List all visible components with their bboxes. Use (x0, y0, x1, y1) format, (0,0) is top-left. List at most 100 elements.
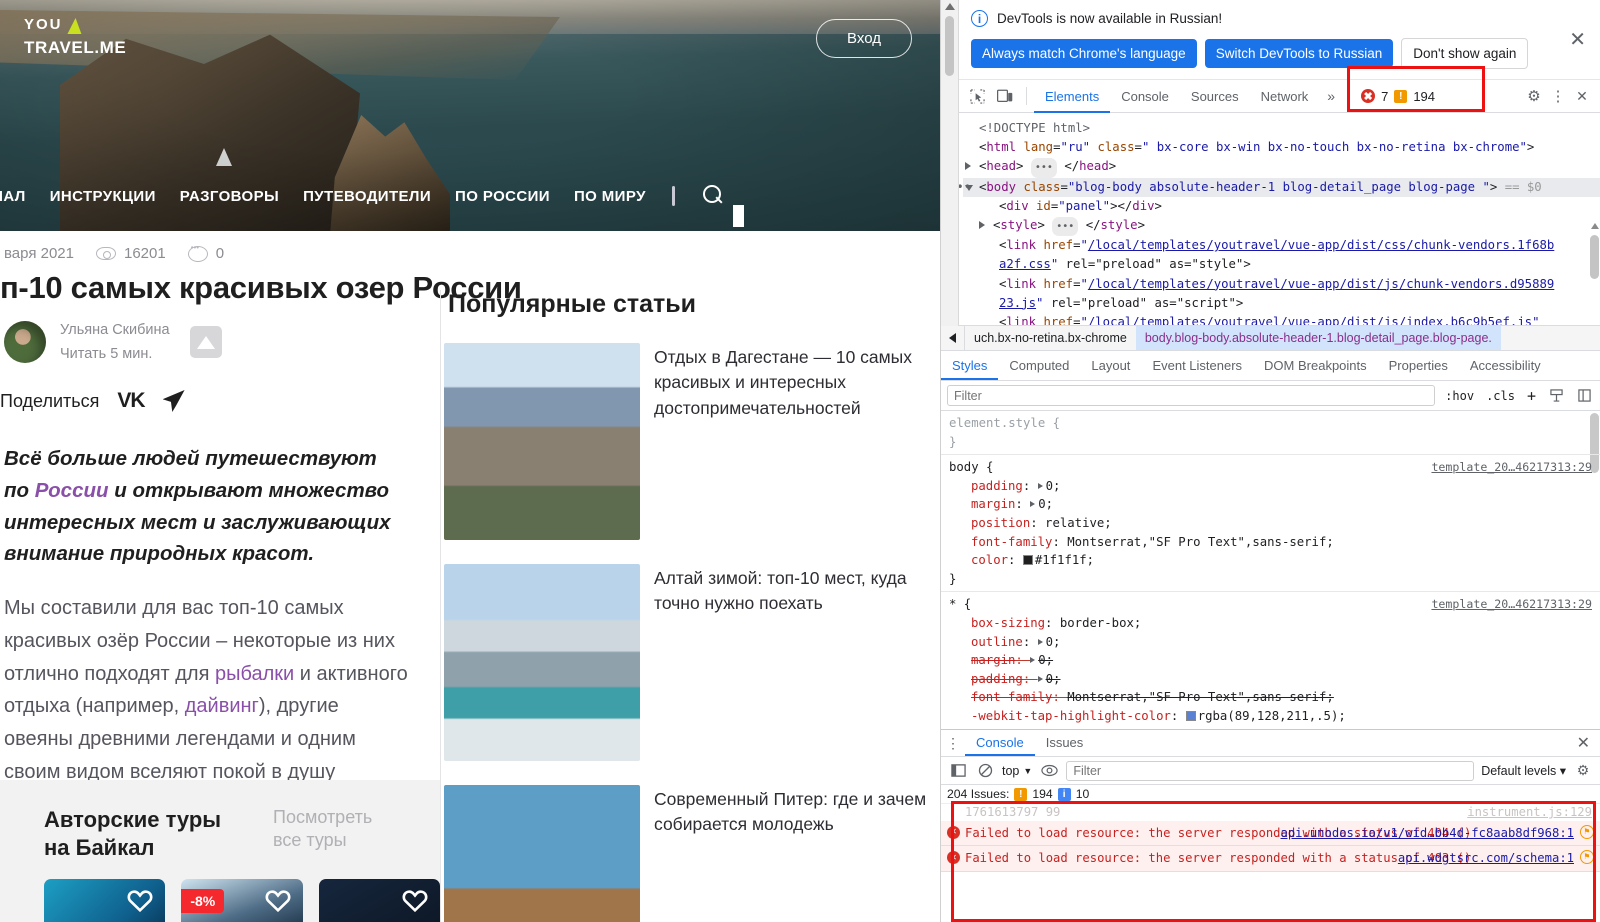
network-issue-icon[interactable]: ⚑ (1580, 825, 1594, 839)
body-link-fishing[interactable]: рыбалки (215, 663, 294, 685)
nav-item-razgovory[interactable]: РАЗГОВОРЫ (180, 188, 279, 205)
see-all-tours-link[interactable]: Посмотреть все туры (273, 806, 393, 853)
expand-shorthand-icon[interactable] (1030, 657, 1036, 664)
lead-link-russia[interactable]: России (35, 479, 109, 502)
expand-shorthand-icon[interactable] (1037, 675, 1043, 682)
console-levels-dropdown[interactable]: Default levels ▾ (1481, 763, 1566, 778)
tab-console[interactable]: Console (1110, 80, 1180, 113)
site-logo[interactable]: YOU TRAVEL.ME (24, 16, 126, 56)
popular-article-title[interactable]: Современный Питер: где и зачем собираетс… (654, 785, 940, 922)
breadcrumb-item-html[interactable]: uch.bx-no-retina.bx-chrome (965, 326, 1136, 350)
declaration[interactable]: box-sizing: border-box; (949, 614, 1600, 633)
console-settings-gear-icon[interactable]: ⚙ (1573, 761, 1593, 781)
nav-item-instrukcii[interactable]: ИНСТРУКЦИИ (50, 188, 156, 205)
vk-icon[interactable]: VK (117, 389, 145, 413)
console-output[interactable]: 204 Issues: ! 194 i 10 1761613797 99 ins… (941, 785, 1600, 922)
error-source-link[interactable]: api.wdgtsrc.com/schema:1 (1398, 850, 1574, 866)
dom-tree[interactable]: <!DOCTYPE html> <html lang="ru" class=" … (941, 113, 1600, 325)
tab-event-listeners[interactable]: Event Listeners (1141, 351, 1253, 380)
scroll-up-arrow-icon[interactable] (1590, 223, 1599, 229)
expand-shorthand-icon[interactable] (1037, 482, 1043, 489)
popular-article-title[interactable]: Отдых в Дагестане — 10 самых красивых и … (654, 343, 940, 540)
expand-shorthand-icon[interactable] (1030, 501, 1036, 508)
heart-icon[interactable] (127, 888, 153, 913)
color-swatch[interactable] (1185, 710, 1196, 721)
close-icon[interactable]: ✕ (1569, 30, 1586, 50)
toggle-sidebar-icon[interactable] (1574, 386, 1594, 406)
style-rule-element-style[interactable]: element.style { } (941, 411, 1600, 456)
nav-item-po-rossii[interactable]: ПО РОССИИ (455, 188, 550, 205)
tour-card[interactable] (318, 879, 440, 922)
declaration[interactable]: outline: 0; (949, 633, 1600, 652)
dom-line-doctype[interactable]: <!DOCTYPE html> (963, 119, 1600, 138)
close-devtools-icon[interactable]: ✕ (1572, 86, 1592, 106)
nav-item-putevoditeli[interactable]: ПУТЕВОДИТЕЛИ (303, 188, 431, 205)
tour-card[interactable] (44, 879, 166, 922)
tab-network[interactable]: Network (1250, 80, 1320, 113)
expand-triangle-icon[interactable] (979, 221, 985, 230)
declaration[interactable]: color: #1f1f1f; (949, 551, 1600, 570)
dom-line-link-js2[interactable]: <link href="/local/templates/youtravel/v… (963, 313, 1600, 325)
breadcrumb-back-icon[interactable] (941, 326, 965, 350)
expand-triangle-icon[interactable] (965, 162, 971, 171)
styles-pane[interactable]: element.style { } body { template_20…462… (941, 411, 1600, 729)
dont-show-again-button[interactable]: Don't show again (1401, 38, 1529, 69)
drawer-kebab-icon[interactable]: ⋮ (941, 735, 965, 752)
tour-card[interactable]: -8% (181, 879, 303, 922)
page-scrollbar[interactable] (941, 0, 959, 326)
popular-article-title[interactable]: Алтай зимой: топ-10 мест, куда точно нуж… (654, 564, 940, 761)
search-icon[interactable] (701, 184, 725, 208)
dom-line-body[interactable]: ••• <body class="blog-body absolute-head… (949, 177, 1600, 197)
console-error-message[interactable]: ✕ Failed to load resource: the server re… (941, 821, 1600, 847)
issues-summary-bar[interactable]: 204 Issues: ! 194 i 10 (941, 785, 1600, 804)
inspect-element-icon[interactable] (963, 83, 991, 109)
device-toolbar-icon[interactable] (991, 83, 1019, 109)
nav-item-zhurnal[interactable]: УРНАЛ (0, 188, 26, 205)
gear-icon[interactable]: ⚙ (1524, 86, 1544, 106)
tab-elements[interactable]: Elements (1034, 80, 1110, 113)
expand-shorthand-icon[interactable] (1037, 638, 1043, 645)
always-match-language-button[interactable]: Always match Chrome's language (971, 39, 1197, 68)
live-expression-eye-icon[interactable] (1039, 761, 1059, 781)
drawer-tab-console[interactable]: Console (965, 730, 1035, 756)
dom-scrollbar[interactable] (1589, 223, 1600, 325)
declaration[interactable]: font-family: Montserrat,"SF Pro Text",sa… (949, 533, 1600, 552)
list-item[interactable]: Отдых в Дагестане — 10 самых красивых и … (444, 343, 940, 540)
heart-icon[interactable] (265, 888, 291, 913)
tab-styles[interactable]: Styles (941, 351, 998, 380)
tab-dom-breakpoints[interactable]: DOM Breakpoints (1253, 351, 1378, 380)
drawer-close-icon[interactable]: ✕ (1577, 733, 1600, 753)
body-link-diving[interactable]: дайвинг (185, 695, 259, 717)
style-rule-body[interactable]: body { template_20…46217313:29 padding: … (941, 455, 1600, 593)
dom-line-head[interactable]: <head> ••• </head> (963, 157, 1600, 178)
collapsed-ellipsis-icon[interactable]: ••• (1030, 158, 1057, 178)
style-source-link[interactable]: template_20…46217313:29 (1431, 595, 1592, 614)
declaration-disabled[interactable]: font-family: Montserrat,"SF Pro Text",sa… (949, 688, 1600, 707)
scrollbar-thumb[interactable] (945, 16, 954, 76)
declaration[interactable]: -webkit-tap-highlight-color: rgba(89,128… (949, 707, 1600, 726)
declaration[interactable]: padding: 0; (949, 477, 1600, 496)
tab-sources[interactable]: Sources (1180, 80, 1250, 113)
declaration-disabled[interactable]: padding: 0; (949, 670, 1600, 689)
telegram-icon[interactable] (162, 390, 185, 412)
nav-item-po-miru[interactable]: ПО МИРУ (574, 188, 646, 205)
heart-icon[interactable] (402, 888, 428, 913)
console-error-message[interactable]: ✕ Failed to load resource: the server re… (941, 846, 1600, 872)
dom-line-panel[interactable]: <div id="panel"></div> (963, 197, 1600, 216)
scroll-up-button[interactable] (189, 326, 222, 359)
style-rule-universal[interactable]: * { template_20…46217313:29 box-sizing: … (941, 592, 1600, 729)
network-issue-icon[interactable]: ⚑ (1580, 850, 1594, 865)
kebab-menu-icon[interactable]: ⋮ (1548, 86, 1568, 106)
clear-console-icon[interactable] (975, 761, 995, 781)
dom-line-html[interactable]: <html lang="ru" class=" bx-core bx-win b… (963, 138, 1600, 157)
scrollbar-thumb[interactable] (1590, 235, 1599, 279)
dom-line-link-js1[interactable]: <link href="/local/templates/youtravel/v… (963, 275, 1600, 294)
declaration[interactable]: margin: 0; (949, 495, 1600, 514)
dom-line-link-css[interactable]: <link href="/local/templates/youtravel/v… (963, 236, 1600, 255)
list-item[interactable]: Алтай зимой: топ-10 мест, куда точно нуж… (444, 564, 940, 761)
tab-properties[interactable]: Properties (1378, 351, 1459, 380)
tab-layout[interactable]: Layout (1080, 351, 1141, 380)
drawer-tab-issues[interactable]: Issues (1035, 730, 1095, 756)
computed-styles-icon[interactable] (1546, 386, 1566, 406)
dom-line-style[interactable]: <style> ••• </style> (963, 216, 1600, 237)
